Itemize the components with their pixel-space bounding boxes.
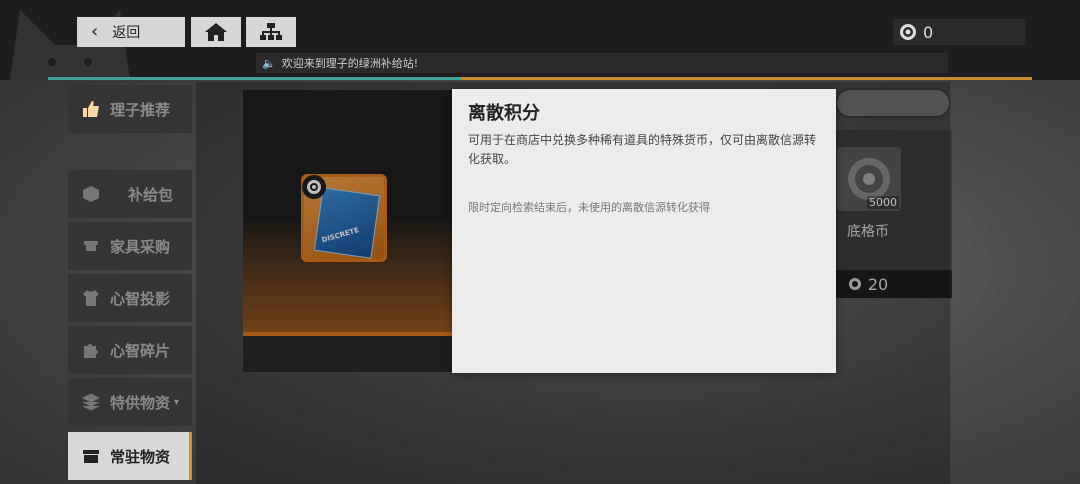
- sidebar-item-supply-pack[interactable]: 补给包: [68, 170, 192, 218]
- chevron-left-icon: ‹: [91, 21, 99, 42]
- back-label: 返回: [112, 25, 141, 41]
- sidebar-item-label: 理子推荐: [110, 100, 171, 119]
- sidebar-item-label: 补给包: [128, 185, 174, 204]
- thumbs-up-icon: [83, 101, 99, 117]
- shirt-icon: [83, 290, 99, 306]
- sidebar-item-mind-projection[interactable]: 心智投影: [68, 274, 192, 322]
- sidebar: 理子推荐 补给包 家具采购 心智投影 心智碎片 特供物资 ▾ 常驻物资: [68, 84, 194, 484]
- tooltip-title: 离散积分: [468, 103, 540, 124]
- currency-value: 0: [923, 22, 934, 42]
- top-bar: ‹ 返回 0 🔈 欢迎来到理子的绿洲补给站!: [0, 0, 1080, 80]
- sidebar-item-furniture[interactable]: 家具采购: [68, 222, 192, 270]
- header-divider: [48, 77, 1032, 80]
- sidebar-item-label: 心智碎片: [110, 341, 171, 360]
- home-icon: [205, 23, 227, 41]
- notice-bar: 🔈 欢迎来到理子的绿洲补给站!: [256, 53, 948, 73]
- speaker-icon: 🔈: [262, 56, 276, 70]
- sidebar-item-recommend[interactable]: 理子推荐: [68, 85, 192, 133]
- box-icon: [83, 186, 99, 202]
- sidebar-item-label: 常驻物资: [110, 447, 171, 466]
- layers-icon: [82, 393, 100, 411]
- discrete-point-icon: [900, 24, 916, 40]
- back-button[interactable]: ‹ 返回: [77, 17, 185, 47]
- chevron-down-icon: ▾: [174, 396, 180, 408]
- sidebar-item-special-supply[interactable]: 特供物资 ▾: [68, 378, 192, 426]
- header-progress-fill: [48, 77, 462, 80]
- home-button[interactable]: [191, 17, 241, 47]
- tooltip-note: 限时定向检索结束后，未使用的离散信源转化获得: [468, 201, 710, 214]
- tooltip-description: 可用于在商店中兑换多种稀有道具的特殊货币，仅可由离散信源转化获取。: [468, 133, 817, 166]
- sidebar-item-mind-fragments[interactable]: 心智碎片: [68, 326, 192, 374]
- sidebar-item-label: 特供物资: [110, 393, 171, 412]
- crate-icon: [83, 450, 99, 463]
- sidebar-item-standing-supply[interactable]: 常驻物资: [68, 432, 192, 480]
- furniture-icon: [84, 241, 98, 251]
- item-tooltip: 离散积分 可用于在商店中兑换多种稀有道具的特殊货币，仅可由离散信源转化获取。 限…: [452, 89, 836, 373]
- sitemap-icon: [260, 23, 282, 40]
- puzzle-icon: [84, 344, 98, 358]
- currency-display[interactable]: 0: [893, 19, 1025, 45]
- sidebar-item-label: 心智投影: [110, 289, 171, 308]
- notice-text: 欢迎来到理子的绿洲补给站!: [281, 57, 419, 70]
- sitemap-button[interactable]: [246, 17, 296, 47]
- sidebar-item-label: 家具采购: [110, 237, 171, 256]
